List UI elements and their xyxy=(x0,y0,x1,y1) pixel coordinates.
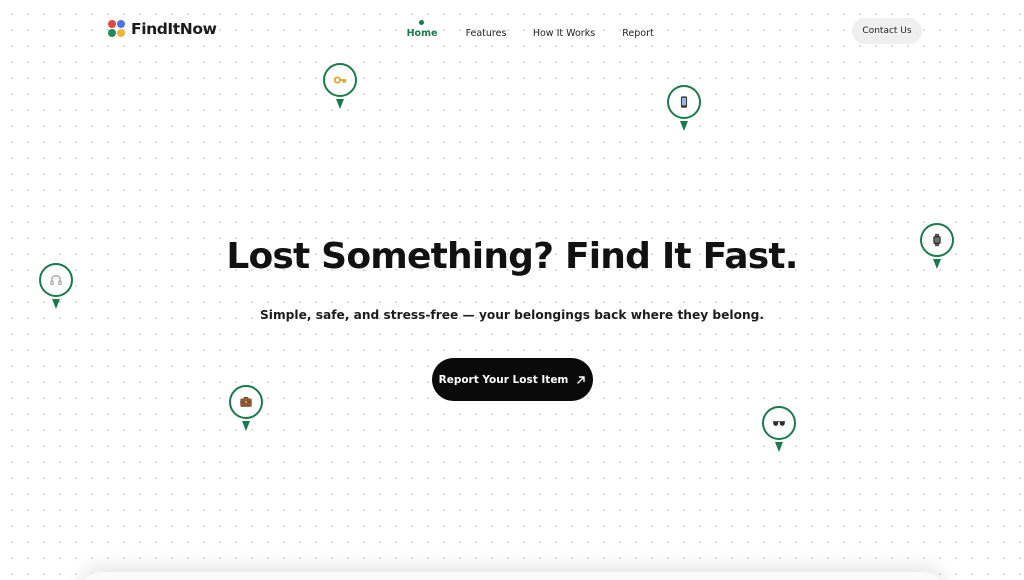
pin-briefcase[interactable] xyxy=(229,385,263,431)
contact-us-button[interactable]: Contact Us xyxy=(852,18,922,44)
pin-tail xyxy=(775,442,783,452)
phone-icon xyxy=(680,96,688,108)
nav-report[interactable]: Report xyxy=(622,28,654,39)
pin-headphones[interactable] xyxy=(39,263,73,309)
cta-label: Report Your Lost Item xyxy=(438,373,569,386)
pin-glasses[interactable] xyxy=(762,406,796,452)
active-nav-indicator xyxy=(419,20,424,25)
pin-tail xyxy=(933,259,941,269)
headphones-icon xyxy=(50,275,62,286)
nav-features[interactable]: Features xyxy=(466,28,507,39)
logo-dot xyxy=(117,20,125,28)
pin-tail xyxy=(52,299,60,309)
pin-watch[interactable] xyxy=(920,223,954,269)
pin-key[interactable] xyxy=(323,63,357,109)
logo[interactable]: FindItNow xyxy=(108,20,217,38)
pin-phone[interactable] xyxy=(667,85,701,131)
pin-tail xyxy=(680,121,688,131)
pin-circle xyxy=(920,223,954,257)
report-lost-item-button[interactable]: Report Your Lost Item xyxy=(432,358,593,401)
pin-circle xyxy=(323,63,357,97)
pin-circle xyxy=(762,406,796,440)
logo-mark-icon xyxy=(108,20,126,38)
pin-circle xyxy=(39,263,73,297)
hero-subtitle: Simple, safe, and stress-free — your bel… xyxy=(260,308,764,322)
logo-dot xyxy=(117,29,125,37)
content-card-edge xyxy=(80,572,944,580)
pin-circle xyxy=(667,85,701,119)
pin-tail xyxy=(336,99,344,109)
logo-dot xyxy=(108,29,116,37)
watch-icon xyxy=(933,233,941,247)
pin-circle xyxy=(229,385,263,419)
briefcase-icon xyxy=(240,397,252,407)
logo-dot xyxy=(108,20,116,28)
arrow-up-right-icon xyxy=(577,375,586,384)
key-icon xyxy=(333,76,347,84)
glasses-icon xyxy=(772,421,786,426)
pin-tail xyxy=(242,421,250,431)
brand-name: FindItNow xyxy=(131,20,217,38)
nav-home[interactable]: Home xyxy=(407,28,438,39)
hero-title: Lost Something? Find It Fast. xyxy=(226,236,798,277)
nav-how-it-works[interactable]: How It Works xyxy=(533,28,595,39)
